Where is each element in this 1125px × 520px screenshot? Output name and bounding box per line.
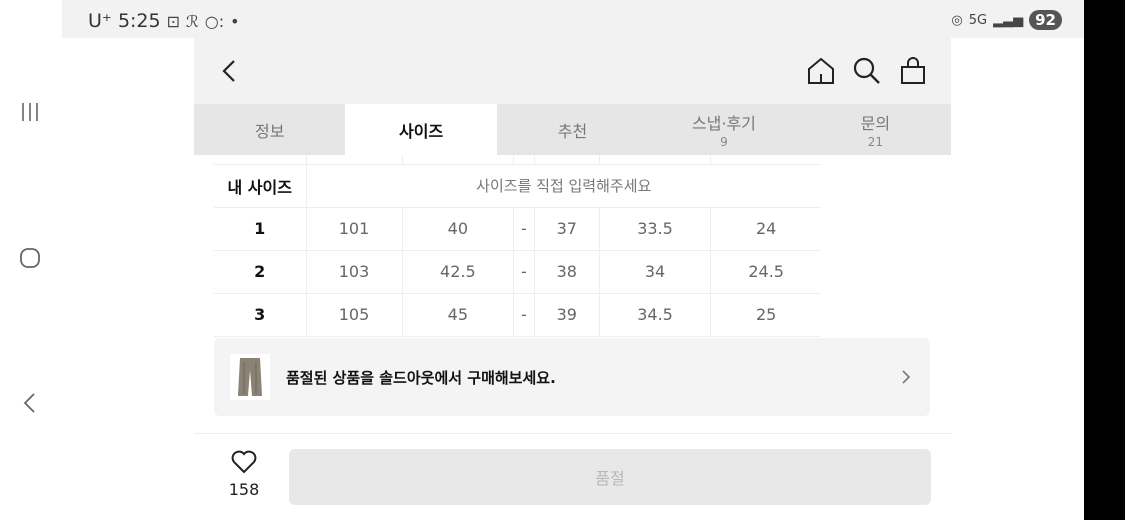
table-cell: 34.5: [599, 293, 712, 337]
table-cell: 42.5: [402, 250, 515, 294]
app-header: [194, 38, 951, 104]
chevron-right-icon: [900, 368, 912, 386]
tab-label: 정보: [254, 121, 285, 141]
screen-edge: [1084, 0, 1125, 520]
table-cell: -: [513, 293, 535, 337]
table-cell: 45: [402, 293, 515, 337]
tab-info[interactable]: 정보: [194, 104, 345, 155]
back-arrow-icon[interactable]: [216, 56, 244, 86]
tab-label: 사이즈: [399, 121, 444, 141]
table-row-my-size: 내 사이즈 사이즈를 직접 입력해주세요: [214, 164, 821, 208]
tab-inquiry[interactable]: 문의 21: [800, 104, 951, 155]
network-type: 5G: [968, 12, 988, 28]
table-cell: 24: [710, 207, 821, 251]
product-thumbnail: [230, 354, 270, 400]
my-size-input[interactable]: 사이즈를 직접 입력해주세요: [306, 164, 821, 208]
table-row: 1 101 40 - 37 33.5 24: [214, 207, 821, 251]
like-button[interactable]: 158: [224, 450, 264, 499]
recents-icon[interactable]: [14, 96, 46, 128]
table-cell: 40: [402, 207, 515, 251]
signal-icon: ▂▃▅: [993, 12, 1024, 28]
tab-size[interactable]: 사이즈: [345, 104, 497, 155]
tab-count: 9: [720, 135, 728, 149]
tab-count: 21: [867, 135, 883, 149]
carrier-label: U⁺: [88, 10, 112, 32]
battery-level: 92: [1029, 10, 1062, 30]
heart-icon: [231, 450, 257, 474]
screenshot-icon: ⊡: [166, 11, 181, 31]
right-gutter: [951, 38, 1084, 520]
tab-bar: 정보 사이즈 추천 스냅·후기 9 문의 21: [194, 104, 951, 155]
size-label: 2: [214, 250, 307, 294]
table-cell: 101: [306, 207, 403, 251]
shopping-bag-icon[interactable]: [898, 56, 928, 86]
app-notification-icon: ℛ: [186, 11, 199, 31]
soldout-banner[interactable]: 품절된 상품을 솔드아웃에서 구매해보세요.: [214, 338, 930, 416]
voicemail-icon: ○:: [204, 11, 225, 31]
tab-label: 추천: [557, 121, 588, 141]
hotspot-icon: ◎: [951, 12, 963, 28]
more-notifications-icon: •: [230, 11, 240, 31]
table-cell: 38: [534, 250, 600, 294]
tab-recommend[interactable]: 추천: [497, 104, 648, 155]
table-cell: 25: [710, 293, 821, 337]
banner-text: 품절된 상품을 솔드아웃에서 구매해보세요.: [286, 368, 556, 387]
android-nav-bar: [0, 0, 62, 520]
table-row-stub: [214, 155, 821, 165]
table-cell: -: [513, 207, 535, 251]
table-cell: 103: [306, 250, 403, 294]
tab-label: 문의: [860, 114, 891, 133]
table-cell: 24.5: [710, 250, 821, 294]
table-cell: -: [513, 250, 535, 294]
table-cell: 33.5: [599, 207, 712, 251]
table-cell: 37: [534, 207, 600, 251]
status-bar: U⁺ 5:25 ⊡ ℛ ○: • ◎ 5G ▂▃▅ 92: [62, 0, 1084, 38]
table-row: 2 103 42.5 - 38 34 24.5: [214, 250, 821, 294]
my-size-label: 내 사이즈: [214, 164, 307, 208]
tab-label: 스냅·후기: [691, 114, 756, 133]
table-cell: 39: [534, 293, 600, 337]
size-label: 1: [214, 207, 307, 251]
left-gutter: [62, 38, 194, 520]
tab-snap-review[interactable]: 스냅·후기 9: [648, 104, 799, 155]
soldout-button[interactable]: 품절: [289, 449, 931, 505]
product-page: 정보 사이즈 추천 스냅·후기 9 문의 21 내 사이즈 사이즈를 직접 입력…: [194, 38, 951, 520]
search-icon[interactable]: [852, 56, 882, 86]
size-table: 내 사이즈 사이즈를 직접 입력해주세요 1 101 40 - 37 33.5 …: [214, 155, 821, 337]
android-back-icon[interactable]: [14, 387, 46, 419]
divider: [194, 433, 951, 434]
table-cell: 105: [306, 293, 403, 337]
home-icon[interactable]: [806, 56, 836, 86]
size-label: 3: [214, 293, 307, 337]
table-cell: 34: [599, 250, 712, 294]
clock: 5:25: [117, 10, 161, 32]
like-count: 158: [228, 480, 260, 499]
table-row: 3 105 45 - 39 34.5 25: [214, 293, 821, 337]
home-circle-icon[interactable]: [14, 242, 46, 274]
